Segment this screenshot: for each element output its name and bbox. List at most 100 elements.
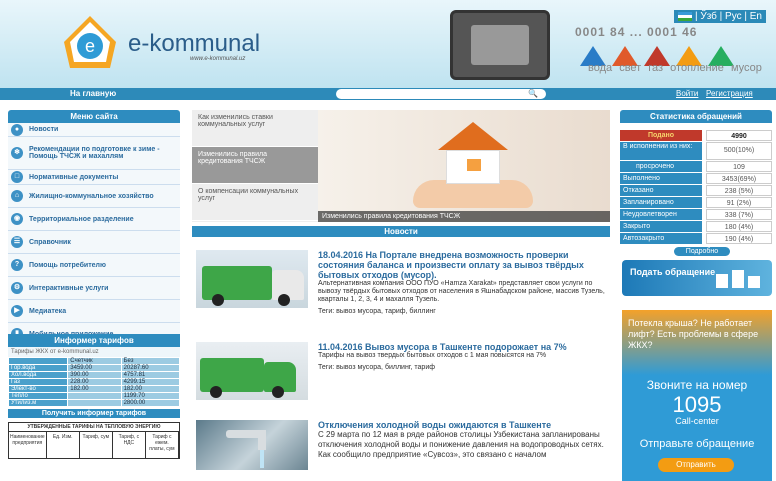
svg-text:e: e [85,36,95,56]
sidebar-item-documents[interactable]: □ Нормативные документы [8,170,180,185]
stat-label: Запланировано [620,197,702,208]
sidebar-menu: Меню сайта ● Новости ❄ Рекомендации по под… [8,110,180,346]
news-headline[interactable]: 18.04.2016 На Портале внедрена возможнос… [318,250,608,280]
slider-tab-active[interactable]: Изменились правила кредитования ТЧСЖ [192,147,318,184]
sidebar-item-label: Медиатека [29,307,67,315]
stat-label: Неудовлетворен [620,209,702,220]
send-button[interactable]: Отправить [658,458,734,472]
table-cell: 182.00 [120,385,181,393]
stat-row: В исполнении из них: 500(10%) [620,142,772,160]
sidebar-item-winter[interactable]: ❄ Рекомендации по подготовке к зиме - Пом… [8,137,180,170]
details-button[interactable]: Подробно [674,247,730,256]
sidebar-item-territory[interactable]: ◉ Территориальное разделение [8,208,180,231]
stat-label: Подано [620,130,702,141]
news-headline[interactable]: Отключения холодной воды ожидаются в Таш… [318,420,608,430]
stat-value: 500(10%) [706,142,772,160]
news-text: С 29 марта по 12 мая в ряде районов стол… [318,430,604,459]
house-body [446,150,500,184]
slider-tab[interactable]: Как изменились ставки коммунальных услуг [192,110,318,147]
sidebar-item-help[interactable]: ? Помощь потребителю [8,254,180,277]
stat-row: Отказано 238 (5%) [620,185,772,196]
column-header: Ед. Изм. [47,432,80,458]
stats-title: Статистика обращений [620,110,772,123]
table-row: Элект-во 182.00 182.00 [7,385,181,393]
sidebar-item-housing[interactable]: ⌂ Жилищно-коммунальное хозяйство [8,185,180,208]
map-icon: ◉ [11,213,23,225]
slider-image[interactable]: Изменились правила кредитования ТЧСЖ [318,110,610,222]
table-cell: 1199.70 [120,392,181,400]
menu-title: Меню сайта [8,110,180,123]
table-cell: 3459.00 [67,364,122,372]
stat-value: 91 (2%) [706,197,772,208]
table-cell: 20287.60 [120,364,181,372]
table-cell: Утилиз.м [7,399,69,407]
table-cell: 2800.00 [120,399,181,407]
table-cell: Гор.вода [7,364,69,372]
language-links[interactable]: | Ўзб | Рус | En [695,11,762,22]
sidebar-item-news[interactable]: ● Новости [8,123,180,137]
logo-text[interactable]: e-kommunal [128,30,260,58]
news-image[interactable] [196,342,308,400]
table-row: Утилиз.м 2800.00 [7,399,181,407]
news-body: Отключения холодной воды ожидаются в Таш… [318,420,608,460]
stat-row: Запланировано 91 (2%) [620,197,772,208]
wheel [212,294,224,306]
utility-labels: вода свет газ отопление мусор [588,62,766,74]
stat-label: Закрыто [620,221,702,232]
news-image[interactable] [196,420,308,470]
search-input[interactable]: 🔍 [336,89,546,99]
sidebar-item-media[interactable]: ▶ Медиатека [8,300,180,323]
slider-caption: Изменились правила кредитования ТЧСЖ [318,211,610,222]
utility-label-heating: отопление [670,62,724,74]
slider-tab[interactable]: О компенсации коммунальных услуг [192,184,318,221]
services-icon: ⚙ [11,282,23,294]
news-tags[interactable]: Теги: вывоз мусора, биллинг, тариф [318,364,608,371]
language-switcher[interactable]: | Ўзб | Рус | En [673,10,766,23]
house-window [467,159,481,171]
house-roof [438,122,508,150]
logo-icon[interactable]: e [62,14,118,70]
news-image[interactable] [196,250,308,308]
ad-call-text: Звоните на номер [646,378,748,392]
news-section-title: Новости [192,226,610,237]
stat-label: просрочено [620,161,702,172]
heat-tariff-table: УТВЕРЖДЕННЫЕ ТАРИФЫ НА ТЕПЛОВУЮ ЭНЕРГИЮ … [8,422,180,459]
news-text: Тарифы на вывоз твердых бытовых отходов … [318,352,547,359]
news-item: 11.04.2016 Вывоз мусора в Ташкенте подор… [192,342,610,404]
wheel [278,294,290,306]
book-icon: ☰ [11,236,23,248]
stat-value: 190 (4%) [706,233,772,244]
hands-illustration [413,180,533,208]
sidebar-item-label: Новости [29,126,59,133]
submit-request-banner[interactable]: Подать обращение [622,260,772,296]
faucet-icon [226,430,266,468]
stat-row: просрочено 109 [620,161,772,172]
news-item: Отключения холодной воды ожидаются в Таш… [192,420,610,481]
flag-icon [677,11,692,21]
table-cell: Тепло [7,392,69,400]
search-icon[interactable]: 🔍 [528,89,538,98]
table-header-row: Счетчик Без [7,357,181,365]
informer-subtitle: Тарифы ЖКХ от e-kommunal.uz [8,347,180,357]
stat-value: 3453(69%) [706,173,772,184]
stat-value: 338 (7%) [706,209,772,220]
table-cell: Элект-во [7,385,69,393]
home-link[interactable]: На главную [70,89,116,98]
news-tags[interactable]: Теги: вывоз мусора, тариф, биллинг [318,308,608,315]
sidebar-item-label: Рекомендации по подготовке к зиме - Помо… [29,146,160,160]
table-cell: Счетчик [67,357,122,365]
tariff-table: Счетчик Без Гор.вода 3459.00 20287.60 Хо… [7,357,181,407]
stat-row: Неудовлетворен 338 (7%) [620,209,772,220]
sidebar-item-services[interactable]: ⚙ Интерактивные услуги [8,277,180,300]
get-informer-button[interactable]: Получить информер тарифов [8,409,180,418]
ad-phone-number[interactable]: 1095 [622,392,772,418]
login-link[interactable]: Войти [676,89,698,98]
meter-display [471,25,529,65]
sidebar-item-label: Нормативные документы [29,173,119,181]
stat-value: 180 (4%) [706,221,772,232]
house-illustration [438,122,508,184]
register-link[interactable]: Регистрация [706,89,753,98]
news-headline[interactable]: 11.04.2016 Вывоз мусора в Ташкенте подор… [318,342,608,352]
sidebar-item-directory[interactable]: ☰ Справочник [8,231,180,254]
slider-tabs: Как изменились ставки коммунальных услуг… [192,110,318,222]
